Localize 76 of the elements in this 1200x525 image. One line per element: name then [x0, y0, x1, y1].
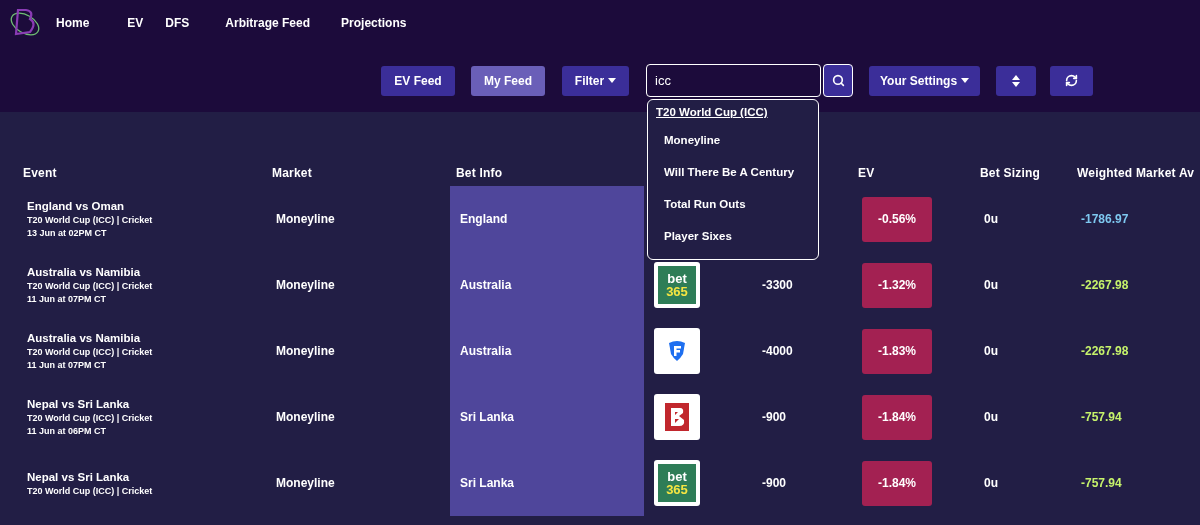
- bet-sizing: 0u: [984, 344, 998, 358]
- ev-badge: -1.84%: [862, 394, 932, 440]
- event-name: Nepal vs Sri Lanka: [27, 398, 131, 410]
- market-text: Moneyline: [276, 278, 335, 292]
- market-text: Moneyline: [276, 410, 335, 424]
- refresh-icon: [1065, 74, 1078, 87]
- shield-logo-icon: [654, 328, 700, 374]
- event-time: 11 Jun at 07PM CT: [27, 294, 108, 304]
- bet-sizing: 0u: [984, 278, 998, 292]
- bet-info-cell: Sri Lanka: [450, 384, 644, 450]
- feed-tab[interactable]: EV Feed: [381, 65, 455, 96]
- caret-icon: [961, 78, 970, 83]
- event-name: Nepal vs Sri Lanka: [27, 470, 131, 483]
- filter-button[interactable]: Filter: [562, 65, 629, 96]
- dropdown-item[interactable]: Will There Be A Century: [656, 156, 810, 188]
- column-header: Bet Sizing: [979, 165, 1041, 182]
- bet-info-cell: Australia: [450, 318, 644, 384]
- event-league: T20 World Cup (ICC) | Cricket: [27, 281, 153, 291]
- bet-info-cell: Australia: [450, 252, 644, 318]
- event-name: Australia vs Namibia: [27, 266, 142, 278]
- event-time: 11 Jun at 07PM CT: [27, 360, 108, 370]
- event-name: Australia vs Namibia: [27, 332, 142, 344]
- ev-badge: -1.32%: [862, 262, 932, 308]
- dropdown-item[interactable]: Total Run Outs: [656, 188, 810, 220]
- weighted-average: -1786.97: [1081, 212, 1129, 226]
- settings-button[interactable]: Your Settings: [869, 65, 980, 96]
- event-league: T20 World Cup (ICC) | Cricket: [27, 215, 153, 225]
- feed-tab[interactable]: My Feed: [471, 65, 545, 96]
- sportsbook-logo: bet 365: [654, 460, 700, 506]
- event-time: 13 Jun at 02PM CT: [27, 228, 108, 238]
- search-field[interactable]: icc: [646, 64, 821, 97]
- bet-sizing: 0u: [984, 410, 998, 424]
- column-header: EV: [857, 165, 876, 182]
- group-link[interactable]: T20 World Cup (ICC): [656, 106, 810, 118]
- event-time: 11 Jun at 06PM CT: [27, 426, 108, 436]
- caret-icon: [608, 78, 617, 83]
- market-text: Moneyline: [276, 476, 335, 490]
- column-header: Event: [22, 165, 58, 182]
- nav-link[interactable]: Projections: [341, 16, 407, 30]
- weighted-average: -757.94: [1081, 410, 1122, 424]
- weighted-average: -2267.98: [1081, 344, 1129, 358]
- book-price: -4000: [762, 344, 793, 358]
- weighted-average: -757.94: [1081, 476, 1122, 490]
- bet-sizing: 0u: [984, 212, 998, 226]
- column-header: Market: [271, 165, 313, 182]
- column-header: Weighted Market Av: [1076, 165, 1196, 182]
- refresh-button[interactable]: [1050, 65, 1093, 96]
- ev-badge: -1.83%: [862, 328, 932, 374]
- market-text: Moneyline: [276, 344, 335, 358]
- search-icon: [831, 74, 845, 87]
- event-league: T20 World Cup (ICC) | Cricket: [27, 347, 153, 357]
- nav-link[interactable]: Home: [56, 16, 90, 30]
- nav-link[interactable]: EV: [127, 16, 144, 30]
- b-logo-icon: [654, 394, 700, 440]
- bet-info-cell: Sri Lanka: [450, 450, 644, 516]
- market-text: Moneyline: [276, 212, 335, 226]
- sort-button[interactable]: [996, 65, 1036, 96]
- bet-info-cell: England: [450, 186, 644, 252]
- search-button[interactable]: [823, 64, 853, 97]
- sportsbook-logo: bet 365: [654, 262, 700, 308]
- sort-icon: [1012, 74, 1020, 87]
- nav-link[interactable]: DFS: [165, 16, 190, 30]
- bet-sizing: 0u: [984, 476, 998, 490]
- ev-badge: -1.84%: [862, 460, 932, 506]
- nav-link[interactable]: Arbitrage Feed: [225, 16, 311, 30]
- dropdown-item[interactable]: Player Sixes: [656, 220, 810, 252]
- event-name: England vs Oman: [27, 200, 126, 212]
- book-price: -3300: [762, 278, 793, 292]
- column-header: Bet Info: [455, 165, 504, 182]
- book-price: -900: [762, 410, 787, 424]
- dropdown-item[interactable]: Moneyline: [656, 124, 810, 156]
- ev-badge: -0.56%: [862, 196, 932, 242]
- event-league: T20 World Cup (ICC) | Cricket: [27, 485, 153, 496]
- event-league: T20 World Cup (ICC) | Cricket: [27, 413, 153, 423]
- weighted-average: -2267.98: [1081, 278, 1129, 292]
- book-price: -900: [762, 476, 787, 490]
